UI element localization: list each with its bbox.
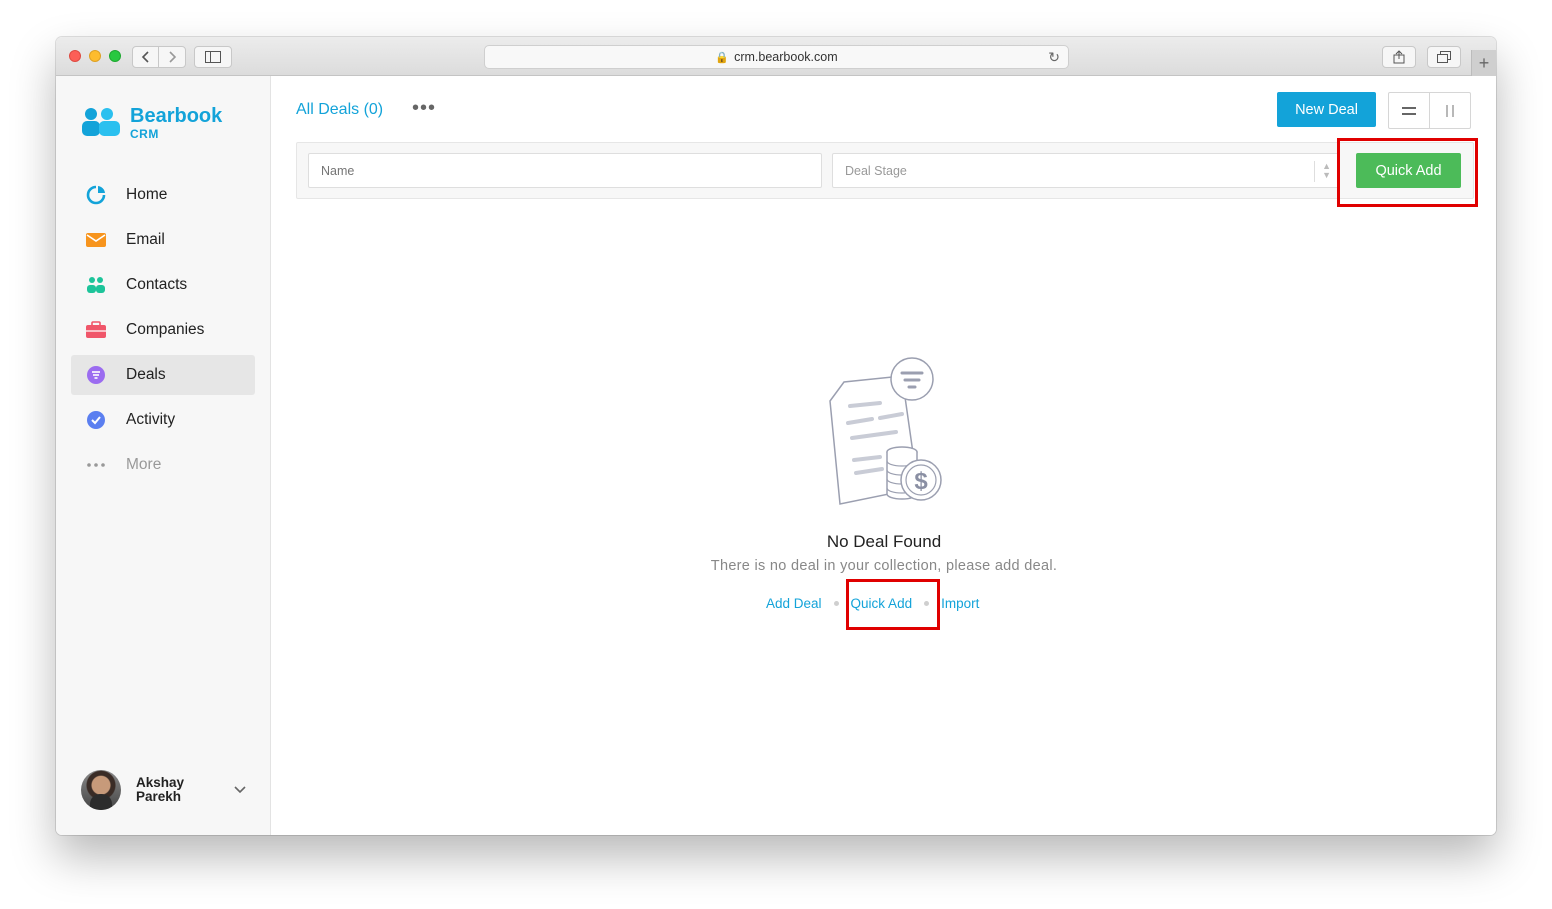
share-button[interactable] <box>1382 46 1416 68</box>
sidebar-nav: Home Email Contacts Companies Deals Acti… <box>71 175 255 490</box>
sidebar-item-more[interactable]: More <box>71 445 255 485</box>
sidebar-item-label: Activity <box>126 411 176 428</box>
sidebar-icon <box>205 51 221 63</box>
import-link[interactable]: Import <box>941 596 979 611</box>
lock-icon: 🔒 <box>715 51 730 64</box>
sidebar-item-label: Contacts <box>126 276 188 293</box>
bearbook-logo-icon <box>82 108 120 136</box>
sidebar-item-label: Home <box>126 186 168 203</box>
show-tabs-button[interactable] <box>1427 46 1461 68</box>
share-icon <box>1393 50 1405 64</box>
select-divider <box>1314 161 1315 182</box>
more-dots-icon <box>85 454 107 476</box>
sidebar-item-companies[interactable]: Companies <box>71 310 255 350</box>
envelope-icon <box>85 229 107 251</box>
back-icon[interactable] <box>133 47 159 67</box>
sidebar-item-label: Email <box>126 231 165 248</box>
main-content: All Deals (0) ••• New Deal Deal Stage ▲▼… <box>272 76 1496 835</box>
deal-stage-select[interactable]: Deal Stage ▲ ▼ <box>832 153 1340 188</box>
url-text: crm.bearbook.com <box>734 50 838 64</box>
brand-logo[interactable]: Bearbook CRM <box>82 105 242 141</box>
sidebar-item-label: More <box>126 456 162 473</box>
deal-name-input[interactable] <box>308 153 822 188</box>
new-deal-button[interactable]: New Deal <box>1277 92 1376 127</box>
highlight-box <box>1337 138 1478 207</box>
list-view-icon[interactable] <box>1389 93 1430 128</box>
sidebar-item-activity[interactable]: Activity <box>71 400 255 440</box>
user-name: Akshay Parekh <box>136 775 185 804</box>
deal-stage-placeholder: Deal Stage <box>845 163 907 178</box>
no-deals-illustration: $ <box>829 357 942 505</box>
highlight-box <box>846 579 940 630</box>
briefcase-icon <box>85 319 107 341</box>
select-arrows-icon: ▲ ▼ <box>1322 161 1331 180</box>
close-window-button[interactable] <box>69 50 81 62</box>
svg-text:$: $ <box>914 468 928 495</box>
forward-icon[interactable] <box>159 47 185 67</box>
empty-state-title: No Deal Found <box>826 532 942 551</box>
browser-window: 🔒 crm.bearbook.com ↻ + Bearbook CRM Home… <box>56 37 1496 835</box>
view-options-icon[interactable]: ••• <box>412 97 436 120</box>
zoom-window-button[interactable] <box>109 50 121 62</box>
minimize-window-button[interactable] <box>89 50 101 62</box>
sidebar-item-email[interactable]: Email <box>71 220 255 260</box>
sidebar-item-deals[interactable]: Deals <box>71 355 255 395</box>
reload-icon[interactable]: ↻ <box>1048 49 1060 66</box>
brand-name: Bearbook <box>130 105 223 127</box>
view-toggle <box>1388 92 1471 129</box>
check-circle-icon <box>85 409 107 431</box>
brand-sub: CRM <box>130 127 159 141</box>
add-deal-link[interactable]: Add Deal <box>766 596 822 611</box>
pie-chart-icon <box>85 184 107 206</box>
new-tab-button[interactable]: + <box>1471 50 1496 76</box>
sidebar-item-label: Companies <box>126 321 205 338</box>
view-selector[interactable]: All Deals (0) <box>296 101 383 119</box>
tabs-icon <box>1437 51 1451 63</box>
quick-add-bar: Deal Stage ▲▼ Quick Add <box>296 142 1474 199</box>
browser-titlebar: 🔒 crm.bearbook.com ↻ + <box>56 37 1496 76</box>
avatar <box>81 770 121 810</box>
contacts-icon <box>85 274 107 296</box>
deals-icon <box>85 364 107 386</box>
chevron-down-icon[interactable] <box>234 781 246 799</box>
history-nav <box>132 46 186 68</box>
empty-state-subtitle: There is no deal in your collection, ple… <box>710 558 1058 574</box>
sidebar-item-home[interactable]: Home <box>71 175 255 215</box>
sidebar-item-contacts[interactable]: Contacts <box>71 265 255 305</box>
board-view-icon[interactable] <box>1430 93 1471 128</box>
sidebar-toggle-button[interactable] <box>194 46 232 68</box>
user-menu[interactable]: Akshay Parekh <box>81 770 251 810</box>
sidebar-item-label: Deals <box>126 366 166 383</box>
separator-dot <box>833 601 839 606</box>
app-sidebar: Bearbook CRM Home Email Contacts Compani… <box>56 76 271 835</box>
address-bar[interactable]: 🔒 crm.bearbook.com ↻ <box>484 45 1069 69</box>
